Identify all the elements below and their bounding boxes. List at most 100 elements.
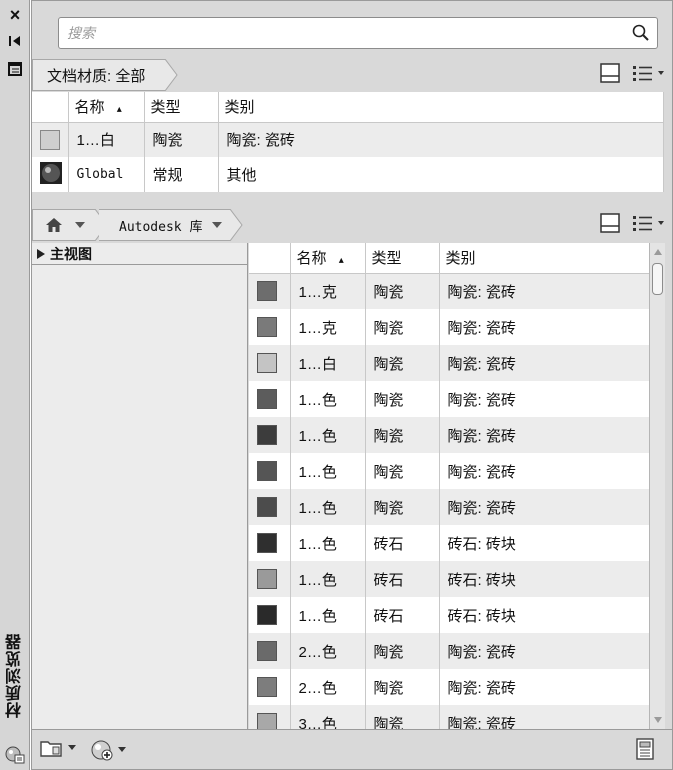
material-type: 陶瓷 — [365, 273, 440, 309]
editor-icon[interactable] — [636, 738, 654, 760]
library-scrollbar[interactable] — [649, 243, 665, 729]
table-row[interactable]: 1…色 砖石 砖石: 砖块 — [249, 597, 649, 633]
material-type: 砖石 — [365, 561, 440, 597]
material-name: 1…色 — [290, 381, 366, 417]
toggle-panel-icon[interactable] — [600, 213, 620, 233]
table-row[interactable]: 1…色 砖石 砖石: 砖块 — [249, 561, 649, 597]
column-header-category[interactable]: 类别 — [218, 92, 664, 123]
document-materials-breadcrumb[interactable]: 文档材质: 全部 — [32, 59, 166, 91]
material-swatch — [249, 489, 291, 525]
material-type: 陶瓷 — [365, 345, 440, 381]
table-row[interactable]: 1…克 陶瓷 陶瓷: 瓷砖 — [249, 273, 649, 309]
library-manage-button[interactable] — [40, 738, 76, 758]
column-header-type[interactable]: 类型 — [144, 92, 219, 123]
scroll-down-icon[interactable] — [651, 714, 665, 726]
table-row[interactable]: 2…色 陶瓷 陶瓷: 瓷砖 — [249, 633, 649, 669]
material-category: 陶瓷: 瓷砖 — [439, 453, 649, 489]
material-swatch-icon — [257, 569, 277, 589]
material-category: 陶瓷: 瓷砖 — [439, 417, 649, 453]
material-type: 陶瓷 — [365, 633, 440, 669]
bottom-toolbar — [32, 729, 672, 769]
material-swatch-icon — [257, 677, 277, 697]
home-breadcrumb[interactable] — [32, 209, 95, 241]
material-category: 砖石: 砖块 — [439, 561, 649, 597]
material-swatch-icon — [257, 425, 277, 445]
material-category: 陶瓷: 瓷砖 — [439, 309, 649, 345]
column-header-name[interactable]: 名称 ▴ — [68, 92, 145, 123]
list-view-options-icon[interactable] — [632, 213, 666, 233]
material-category: 砖石: 砖块 — [439, 525, 649, 561]
material-swatch — [32, 157, 69, 192]
create-material-icon[interactable] — [90, 738, 114, 762]
expand-arrow-icon[interactable] — [36, 248, 46, 260]
material-swatch-icon — [257, 389, 277, 409]
material-category: 陶瓷: 瓷砖 — [439, 381, 649, 417]
tree-item-label: 主视图 — [50, 246, 92, 263]
table-row[interactable]: 1…色 陶瓷 陶瓷: 瓷砖 — [249, 417, 649, 453]
tree-item-home-view[interactable]: 主视图 — [32, 243, 247, 265]
material-swatch-icon — [257, 605, 277, 625]
material-swatch — [249, 525, 291, 561]
material-swatch — [249, 273, 291, 309]
library-folder-icon[interactable] — [40, 738, 64, 758]
home-icon[interactable] — [45, 217, 63, 233]
auto-hide-icon[interactable] — [6, 32, 24, 50]
material-category: 陶瓷: 瓷砖 — [439, 489, 649, 525]
table-row[interactable]: 1…白 陶瓷 陶瓷: 瓷砖 — [32, 122, 664, 157]
material-type: 陶瓷 — [144, 122, 219, 157]
material-type: 陶瓷 — [365, 417, 440, 453]
material-type: 陶瓷 — [365, 705, 440, 729]
material-swatch — [249, 597, 291, 633]
material-swatch-icon — [257, 641, 277, 661]
search-box[interactable]: 搜索 — [58, 17, 658, 49]
properties-icon[interactable] — [6, 60, 24, 78]
table-row[interactable]: Global 常规 其他 — [32, 157, 664, 192]
material-swatch-icon — [257, 281, 277, 302]
material-type: 陶瓷 — [365, 489, 440, 525]
material-swatch — [249, 669, 291, 705]
material-name: 1…色 — [290, 417, 366, 453]
material-type: 陶瓷 — [365, 381, 440, 417]
library-materials-list: 名称 ▴ 类型 类别 1…克 陶瓷 陶瓷: 瓷砖 1…克 陶瓷 陶瓷: 瓷砖 1…白 陶瓷 陶瓷… — [249, 243, 649, 729]
material-type: 陶瓷 — [365, 309, 440, 345]
column-header-name[interactable]: 名称 ▴ — [290, 243, 366, 274]
close-icon[interactable]: × — [6, 5, 24, 25]
sort-ascending-icon: ▴ — [338, 255, 344, 267]
materials-status-icon[interactable] — [4, 743, 26, 765]
table-row[interactable]: 1…克 陶瓷 陶瓷: 瓷砖 — [249, 309, 649, 345]
column-header-type[interactable]: 类型 — [365, 243, 440, 274]
scroll-up-icon[interactable] — [651, 246, 665, 258]
library-breadcrumb[interactable]: Autodesk 库 — [99, 209, 231, 241]
list-view-options-icon[interactable] — [632, 63, 666, 83]
toggle-panel-icon[interactable] — [600, 63, 620, 83]
material-type: 陶瓷 — [365, 669, 440, 705]
swatch-column-header — [249, 243, 291, 274]
material-category: 砖石: 砖块 — [439, 597, 649, 633]
chevron-down-icon[interactable] — [73, 220, 87, 230]
library-rows: 1…克 陶瓷 陶瓷: 瓷砖 1…克 陶瓷 陶瓷: 瓷砖 1…白 陶瓷 陶瓷: 瓷砖 1…色 陶瓷 陶瓷… — [249, 273, 649, 729]
material-name: 1…色 — [290, 453, 366, 489]
search-input[interactable]: 搜索 — [67, 23, 95, 43]
chevron-down-icon[interactable] — [68, 745, 76, 751]
material-category: 陶瓷: 瓷砖 — [218, 122, 664, 157]
table-row[interactable]: 2…色 陶瓷 陶瓷: 瓷砖 — [249, 669, 649, 705]
material-name: Global — [68, 157, 145, 192]
material-swatch — [249, 453, 291, 489]
materials-browser-panel: 搜索 文档材质: 全部 名称 ▴ 类型 类别 1…白 陶瓷 陶瓷: 瓷砖 Glo… — [31, 0, 673, 770]
create-material-button[interactable] — [90, 738, 126, 762]
material-swatch — [249, 381, 291, 417]
scrollbar-thumb[interactable] — [652, 263, 663, 295]
table-row[interactable]: 1…白 陶瓷 陶瓷: 瓷砖 — [249, 345, 649, 381]
chevron-down-icon[interactable] — [210, 220, 224, 230]
chevron-down-icon[interactable] — [118, 747, 126, 753]
table-row[interactable]: 1…色 陶瓷 陶瓷: 瓷砖 — [249, 381, 649, 417]
breadcrumb-chevron-icon — [165, 59, 178, 91]
search-icon[interactable] — [631, 23, 651, 43]
table-row[interactable]: 1…色 砖石 砖石: 砖块 — [249, 525, 649, 561]
column-header-category[interactable]: 类别 — [439, 243, 649, 274]
open-material-editor-button[interactable] — [636, 738, 654, 760]
table-row[interactable]: 3…色 陶瓷 陶瓷: 瓷砖 — [249, 705, 649, 729]
table-row[interactable]: 1…色 陶瓷 陶瓷: 瓷砖 — [249, 489, 649, 525]
material-swatch-icon — [257, 461, 277, 481]
table-row[interactable]: 1…色 陶瓷 陶瓷: 瓷砖 — [249, 453, 649, 489]
